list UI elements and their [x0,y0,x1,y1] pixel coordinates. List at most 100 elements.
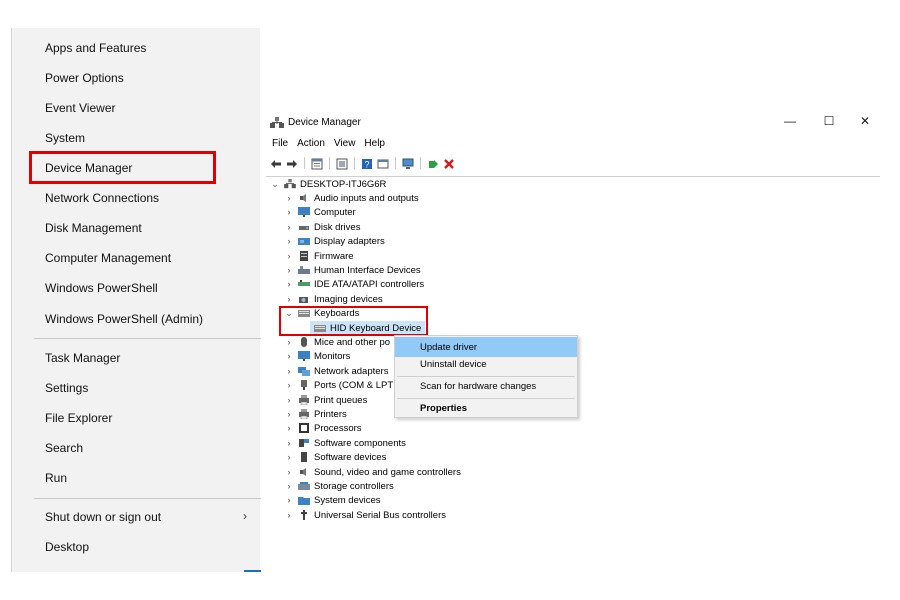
ctx-uninstall-device[interactable]: Uninstall device [395,354,577,374]
device-view-icon[interactable] [377,157,389,169]
chevron-right-icon[interactable]: › [284,452,294,462]
chevron-right-icon[interactable]: › [284,251,294,261]
chevron-right-icon[interactable]: › [284,423,294,433]
tree-category-print-queues[interactable]: › Print queues [284,393,368,407]
tree-category-imaging-devices[interactable]: › Imaging devices [284,292,383,306]
chevron-right-icon[interactable]: › [284,337,294,347]
tree-category-mice-and-other-po[interactable]: › Mice and other po [284,335,391,349]
winx-menu: Apps and Features Power Options Event Vi… [11,28,261,572]
menu-item-file-explorer[interactable]: File Explorer [12,403,261,433]
tree-category-system-devices[interactable]: › System devices [284,493,381,507]
menu-item-network-connections[interactable]: Network Connections [12,183,261,213]
tree-category-ide-ata-atapi-controllers[interactable]: › IDE ATA/ATAPI controllers [284,277,425,291]
chevron-right-icon[interactable]: › [284,467,294,477]
chevron-right-icon[interactable]: › [284,222,294,232]
ctx-scan-hardware-changes[interactable]: Scan for hardware changes [395,376,577,396]
toolbar: ? [270,156,455,170]
maximize-button[interactable]: ☐ [814,114,844,132]
forward-arrow-icon[interactable] [286,157,298,169]
tree-category-processors[interactable]: › Processors [284,421,362,435]
chevron-right-icon[interactable]: › [284,409,294,419]
menu-action[interactable]: Action [297,138,325,152]
menu-item-power-options[interactable]: Power Options [12,63,261,93]
speaker-icon [300,468,306,476]
scan-hardware-icon[interactable] [402,157,414,169]
menu-item-desktop[interactable]: Desktop [12,532,261,562]
tree-category-sound-video-and-game-controllers[interactable]: › Sound, video and game controllers [284,465,461,479]
monitor-icon [298,351,310,361]
ctx-properties[interactable]: Properties [395,398,577,418]
menu-item-search[interactable]: Search [12,433,261,463]
tree-category-ports-com-lpt[interactable]: › Ports (COM & LPT [284,378,394,392]
toolbar-separator [304,157,305,169]
tree-category-universal-serial-bus-controllers[interactable]: › Universal Serial Bus controllers [284,508,447,522]
chevron-right-icon[interactable]: › [284,395,294,405]
back-arrow-icon[interactable] [270,157,282,169]
tree-category-audio-inputs-and-outputs[interactable]: › Audio inputs and outputs [284,191,419,205]
view-icon[interactable] [336,157,348,170]
menu-help[interactable]: Help [364,138,385,152]
menu-item-event-viewer[interactable]: Event Viewer [12,93,261,123]
close-button[interactable]: ✕ [850,114,880,132]
monitor-icon [298,207,310,217]
tree-root[interactable]: ⌄ DESKTOP-ITJ6G6R [270,177,386,191]
tree-category-display-adapters[interactable]: › Display adapters [284,234,385,248]
chevron-right-icon[interactable]: › [284,366,294,376]
folder-icon [298,497,310,505]
title-bar[interactable]: Device Manager — ☐ ✕ [266,110,880,136]
device-manager-icon [270,117,284,128]
printer-icon [299,409,309,419]
menu-item-shut-down-or-sign-out[interactable]: Shut down or sign out › [12,502,261,532]
network-icon [298,367,310,376]
window-title: Device Manager [288,117,361,128]
tree-category-monitors[interactable]: › Monitors [284,349,351,363]
menu-item-disk-management[interactable]: Disk Management [12,213,261,243]
update-driver-icon[interactable] [427,157,439,169]
toolbar-separator [354,157,355,169]
menu-view[interactable]: View [334,138,356,152]
uninstall-x-icon[interactable] [443,157,455,169]
menu-item-system[interactable]: System [12,123,261,153]
help-icon[interactable]: ? [361,157,373,170]
chevron-right-icon[interactable]: › [284,481,294,491]
chevron-right-icon[interactable]: › [284,207,294,217]
chevron-right-icon[interactable]: › [284,236,294,246]
chevron-right-icon[interactable]: › [284,265,294,275]
menu-item-run[interactable]: Run [12,463,261,493]
chevron-right-icon[interactable]: › [284,193,294,203]
minimize-button[interactable]: — [775,114,805,132]
menu-item-settings[interactable]: Settings [12,373,261,403]
chevron-right-icon[interactable]: › [284,510,294,520]
tree-category-computer[interactable]: › Computer [284,205,356,219]
menu-item-task-manager[interactable]: Task Manager [12,343,261,373]
tree-category-printers[interactable]: › Printers [284,407,347,421]
chevron-down-icon[interactable]: ⌄ [270,179,280,190]
storage-icon [298,482,310,490]
chevron-right-icon[interactable]: › [284,351,294,361]
menu-item-apps-and-features[interactable]: Apps and Features [12,33,261,63]
tree-category-firmware[interactable]: › Firmware [284,249,354,263]
chevron-right-icon[interactable]: › [284,294,294,304]
tree-category-disk-drives[interactable]: › Disk drives [284,220,361,234]
menu-item-windows-powershell[interactable]: Windows PowerShell [12,273,261,303]
toolbar-separator [395,157,396,169]
chevron-right-icon[interactable]: › [284,495,294,505]
context-menu: Update driver Uninstall device Scan for … [394,335,578,418]
menu-item-windows-powershell-admin[interactable]: Windows PowerShell (Admin) [12,304,261,334]
port-icon [301,380,307,390]
display-adapter-icon [298,238,310,245]
highlight-device-manager [29,151,216,184]
tree-category-software-components[interactable]: › Software components [284,436,406,450]
menu-file[interactable]: File [272,138,288,152]
properties-sheet-icon[interactable] [311,157,323,170]
chevron-right-icon[interactable]: › [284,279,294,289]
chevron-right-icon[interactable]: › [284,438,294,448]
tree-category-software-devices[interactable]: › Software devices [284,450,387,464]
menu-item-computer-management[interactable]: Computer Management [12,243,261,273]
tree-category-network-adapters[interactable]: › Network adapters [284,364,389,378]
menu-bar: File Action View Help [272,138,385,152]
tree-category-human-interface-devices[interactable]: › Human Interface Devices [284,263,421,277]
tree-category-storage-controllers[interactable]: › Storage controllers [284,479,394,493]
ide-icon [298,280,310,286]
chevron-right-icon[interactable]: › [284,380,294,390]
